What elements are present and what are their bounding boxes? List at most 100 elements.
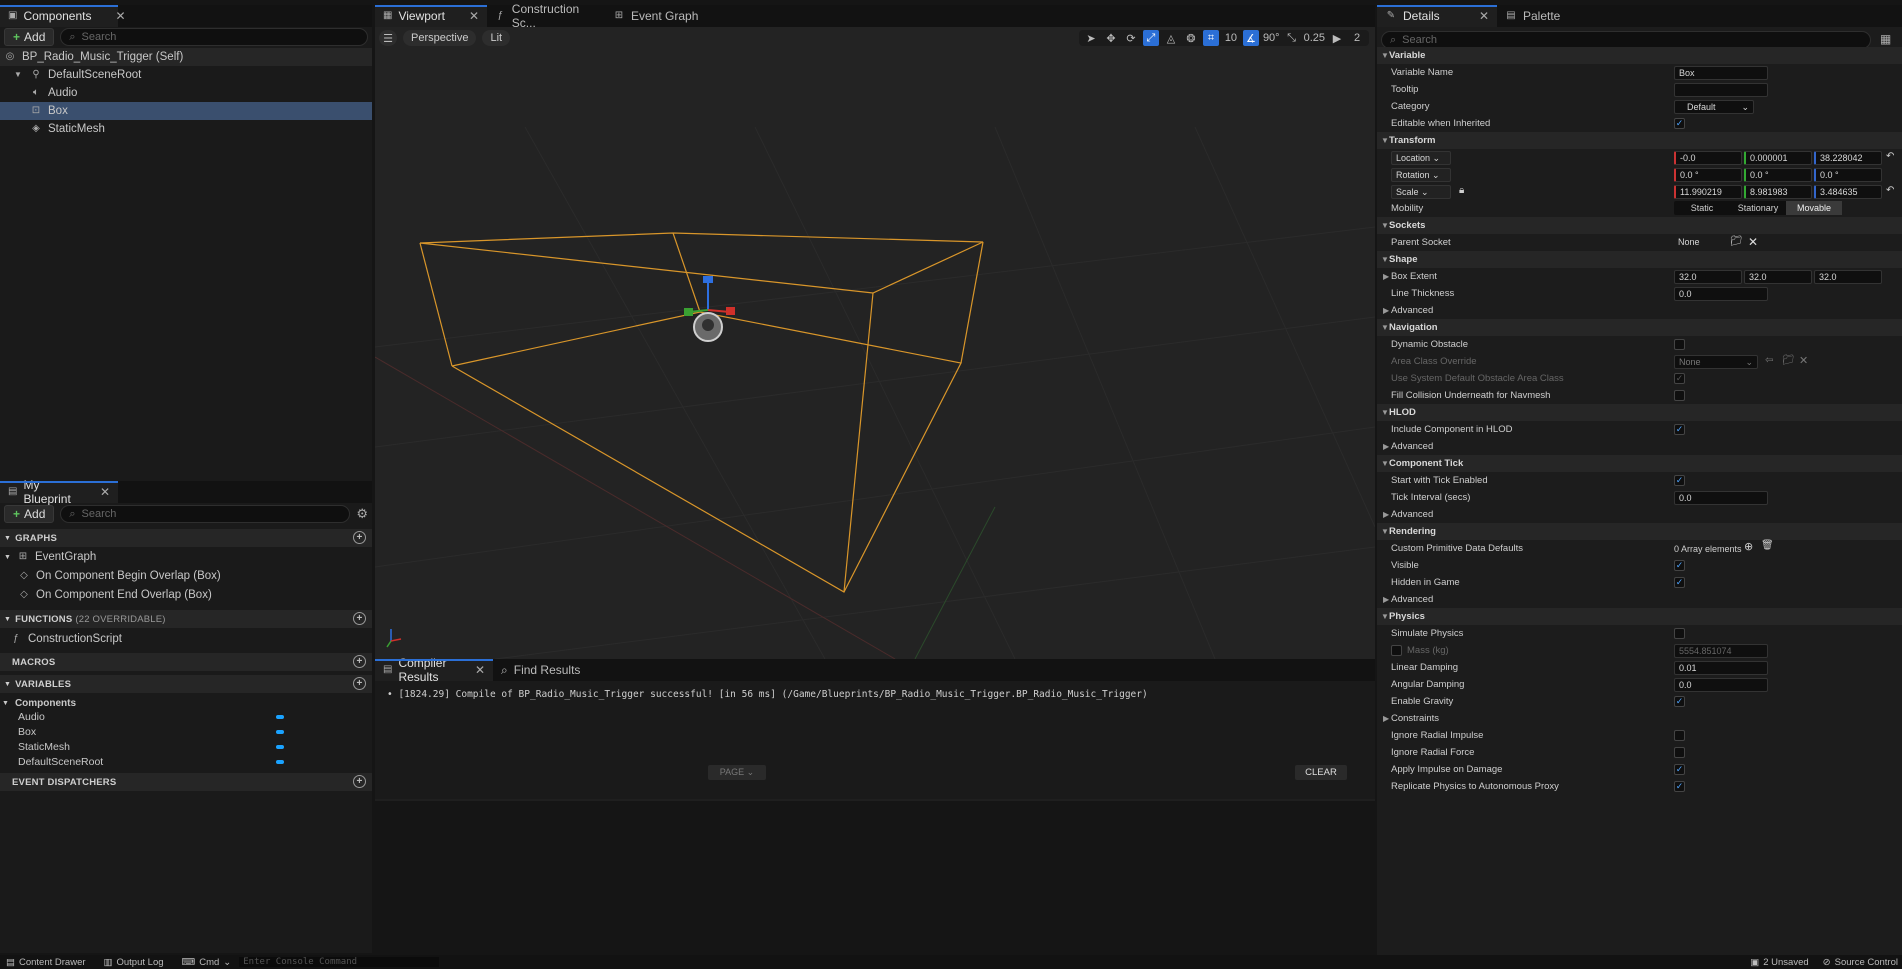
tab-details[interactable]: ✎ Details ✕ [1377, 5, 1497, 27]
area-class-dropdown[interactable]: None ⌄ [1674, 354, 1758, 369]
add-variable-icon[interactable]: + [353, 677, 366, 690]
section-shape[interactable]: ▼ Shape [1377, 251, 1902, 268]
tab-my-blueprint[interactable]: ▤ My Blueprint ✕ [0, 478, 118, 506]
close-icon[interactable]: ✕ [469, 663, 485, 677]
rotation-y-field[interactable]: 0.0 ° [1744, 167, 1812, 182]
console-input[interactable]: Enter Console Command [239, 957, 440, 967]
section-component-tick[interactable]: ▼ Component Tick [1377, 455, 1902, 472]
constraints-row[interactable]: ▶ Constraints [1377, 710, 1902, 727]
line-thickness-field[interactable]: 0.0 [1674, 286, 1768, 301]
enable-gravity-checkbox[interactable]: ✓ [1674, 696, 1685, 707]
source-control-button[interactable]: ⊘ Source Control [1823, 957, 1898, 968]
add-function-icon[interactable]: + [353, 612, 366, 625]
section-sockets[interactable]: ▼ Sockets [1377, 217, 1902, 234]
event-dispatchers-section[interactable]: EVENT DISPATCHERS + [0, 773, 372, 791]
grid-snap-value[interactable]: 10 [1223, 30, 1239, 46]
clear-button[interactable]: CLEAR [1295, 765, 1347, 780]
rotation-z-field[interactable]: 0.0 ° [1814, 167, 1882, 182]
camera-speed-value[interactable]: 2 [1349, 30, 1365, 46]
mobility-movable[interactable]: Movable [1786, 201, 1842, 215]
category-dropdown[interactable]: Default ⌄ [1674, 99, 1754, 114]
rendering-advanced-row[interactable]: ▶ Advanced [1377, 591, 1902, 608]
location-dropdown[interactable]: TransformLocation ⌄ [1391, 150, 1451, 165]
dynamic-obstacle-checkbox[interactable] [1674, 339, 1685, 350]
add-graph-icon[interactable]: + [353, 531, 366, 544]
tree-item-self[interactable]: ◎ BP_Radio_Music_Trigger (Self) [0, 48, 372, 66]
settings-gear-icon[interactable]: ⚙ [356, 506, 368, 522]
close-icon[interactable]: ✕ [82, 485, 110, 499]
scale-tool-icon[interactable]: ⤢ [1142, 30, 1159, 46]
delete-icon[interactable]: 🗑︎ [1761, 540, 1774, 551]
tab-palette[interactable]: ▤ Palette [1497, 5, 1587, 27]
scale-snap-icon[interactable]: ⤡ [1284, 30, 1300, 46]
browse-socket-icon[interactable]: 📁︎ [1730, 236, 1743, 247]
event-item[interactable]: ◇ On Component End Overlap (Box) [0, 586, 372, 604]
perspective-dropdown[interactable]: Perspective [403, 30, 477, 46]
construction-script-item[interactable]: ƒ ConstructionScript [0, 630, 372, 648]
variable-item[interactable]: DefaultSceneRoot [0, 753, 372, 771]
box-extent-x-field[interactable]: 32.0 [1674, 269, 1742, 284]
section-physics[interactable]: ▼ Physics [1377, 608, 1902, 625]
scale-dropdown[interactable]: Scale ⌄ [1391, 184, 1451, 199]
lit-dropdown[interactable]: Lit [482, 30, 511, 46]
scale-x-field[interactable]: 11.990219 [1674, 184, 1742, 199]
lock-icon[interactable]: 🔒︎ [1459, 185, 1464, 196]
variables-section[interactable]: ▼ VARIABLES + [0, 675, 372, 693]
box-extent-y-field[interactable]: 32.0 [1744, 269, 1812, 284]
visible-checkbox[interactable]: ✓ [1674, 560, 1685, 571]
tab-compiler-results[interactable]: ▤ Compiler Results ✕ [375, 656, 493, 684]
variable-name-field[interactable]: Box [1674, 65, 1768, 80]
include-hlod-checkbox[interactable]: ✓ [1674, 424, 1685, 435]
cmd-dropdown[interactable]: ⌨ Cmd ⌄ [182, 957, 232, 968]
section-navigation[interactable]: ▼ Navigation [1377, 319, 1902, 336]
ignore-radial-force-checkbox[interactable] [1674, 747, 1685, 758]
unsaved-button[interactable]: ▣ 2 Unsaved [1750, 957, 1808, 968]
close-icon[interactable]: ✕ [98, 9, 126, 23]
rotation-snap-value[interactable]: 90° [1263, 30, 1280, 46]
event-item[interactable]: ◇ On Component Begin Overlap (Box) [0, 567, 372, 585]
reset-icon[interactable]: ↶ [1886, 151, 1894, 162]
add-element-icon[interactable]: ⊕ [1744, 540, 1753, 553]
mass-override-checkbox[interactable] [1391, 645, 1402, 656]
select-tool-icon[interactable]: ➤ [1083, 30, 1099, 46]
tooltip-field[interactable] [1674, 82, 1768, 97]
mobility-static[interactable]: Static [1674, 201, 1730, 215]
tree-item-defaultsceneroot[interactable]: ▼ ⚲ DefaultSceneRoot [0, 66, 372, 84]
section-transform[interactable]: ▼ Transform [1377, 132, 1902, 149]
simulate-physics-checkbox[interactable] [1674, 628, 1685, 639]
grid-snap-icon[interactable]: ⌗ [1202, 30, 1219, 46]
shape-advanced-row[interactable]: ▶ Advanced [1377, 302, 1902, 319]
add-component-button[interactable]: + Add [4, 28, 55, 46]
section-hlod[interactable]: ▼ HLOD [1377, 404, 1902, 421]
graphs-section[interactable]: ▼ GRAPHS + [0, 529, 372, 547]
add-macro-icon[interactable]: + [353, 655, 366, 668]
editable-inherited-checkbox[interactable]: ✓ [1674, 118, 1685, 129]
camera-speed-icon[interactable]: ▶ [1329, 30, 1345, 46]
scale-z-field[interactable]: 3.484635 [1814, 184, 1882, 199]
add-blueprint-item-button[interactable]: + Add [4, 505, 55, 523]
content-drawer-button[interactable]: ▤ Content Drawer [6, 957, 86, 968]
components-search-input[interactable]: ⌕ Search [60, 28, 368, 46]
tick-advanced-row[interactable]: ▶ Advanced [1377, 506, 1902, 523]
location-y-field[interactable]: 0.000001 [1744, 150, 1812, 165]
tree-item-box[interactable]: ⊡ Box [0, 102, 372, 120]
tab-construction-script[interactable]: ƒ Construction Sc... [487, 2, 605, 30]
location-x-field[interactable]: -0.0 [1674, 150, 1742, 165]
rotate-tool-icon[interactable]: ⟳ [1123, 30, 1139, 46]
tab-components[interactable]: ▣ Components ✕ [0, 5, 126, 27]
hidden-in-game-checkbox[interactable]: ✓ [1674, 577, 1685, 588]
scale-snap-value[interactable]: 0.25 [1304, 30, 1325, 46]
tab-viewport[interactable]: ▦ Viewport ✕ [375, 5, 487, 27]
tab-event-graph[interactable]: ⊞ Event Graph [605, 5, 715, 27]
macros-section[interactable]: MACROS + [0, 653, 372, 671]
section-variable[interactable]: ▼ Variable [1377, 47, 1902, 64]
view-options-icon[interactable]: ▦ [1880, 32, 1891, 46]
functions-section[interactable]: ▼ FUNCTIONS (22 OVERRIDABLE) + [0, 610, 372, 628]
translate-tool-icon[interactable]: ✥ [1103, 30, 1119, 46]
impulse-on-damage-checkbox[interactable]: ✓ [1674, 764, 1685, 775]
close-icon[interactable]: ✕ [451, 9, 479, 23]
browse-icon[interactable]: 📁︎ [1782, 355, 1795, 366]
tree-item-audio[interactable]: 🔈︎ Audio [0, 84, 372, 102]
reset-icon[interactable]: ↶ [1886, 185, 1894, 196]
start-tick-checkbox[interactable]: ✓ [1674, 475, 1685, 486]
